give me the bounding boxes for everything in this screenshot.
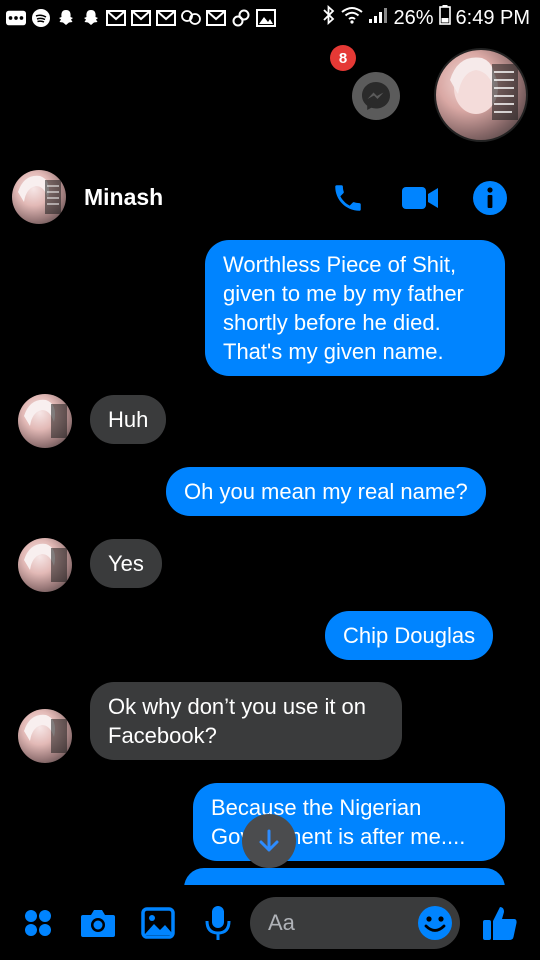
contact-name[interactable]: Minash: [84, 184, 163, 211]
camera-icon: [81, 910, 115, 937]
mail-icon-2: [156, 8, 176, 28]
contact-avatar[interactable]: [12, 170, 66, 224]
profile-photo: [450, 57, 518, 120]
voice-message-button[interactable]: [198, 903, 238, 943]
messenger-icon: [362, 82, 390, 110]
notification-icons: [6, 6, 276, 30]
unread-badge: 8: [330, 45, 356, 71]
message-received[interactable]: Yes: [90, 539, 162, 588]
wifi-icon: [341, 6, 364, 30]
message-input[interactable]: Aa: [250, 897, 460, 949]
status-bar: 26% 6:49 PM: [0, 0, 540, 36]
avatar-photo: [24, 543, 67, 582]
video-call-button[interactable]: [400, 178, 440, 218]
message-sent[interactable]: Because the Nigerian Government is after…: [193, 783, 505, 861]
sender-avatar: [18, 538, 72, 592]
message-sent[interactable]: Oh you mean my real name?: [166, 467, 486, 516]
microphone-icon: [205, 906, 231, 940]
mail-icon: [131, 8, 151, 28]
like-button[interactable]: [480, 903, 520, 943]
camera-button[interactable]: [78, 903, 118, 943]
message-received[interactable]: Ok why don’t you use it on Facebook?: [90, 682, 402, 760]
more-notifications-icon: [6, 8, 26, 28]
image-icon: [141, 907, 175, 939]
emoji-button[interactable]: [416, 904, 454, 942]
avatar-photo: [18, 175, 61, 214]
info-icon: [473, 181, 507, 215]
message-received[interactable]: Huh: [90, 395, 167, 444]
battery-percent: 26%: [393, 6, 434, 29]
thumbs-up-icon: [483, 907, 517, 940]
four-dots-icon: [25, 910, 51, 936]
phone-icon: [335, 185, 361, 211]
mail-icon-3: [206, 8, 226, 28]
voice-call-button[interactable]: [328, 178, 368, 218]
smiley-icon: [418, 906, 452, 940]
video-camera-icon: [402, 187, 438, 209]
spotify-icon: [31, 8, 51, 28]
scroll-to-bottom-button[interactable]: [242, 814, 296, 868]
message-composer: Aa: [0, 885, 540, 960]
messenger-chat-head[interactable]: [352, 72, 400, 120]
clock: 6:49 PM: [455, 6, 530, 29]
avatar-photo: [24, 714, 67, 753]
arrow-down-icon: [259, 829, 279, 852]
avatar-photo: [24, 399, 67, 438]
message-sent[interactable]: Chip Douglas: [325, 611, 494, 660]
system-status: 26% 6:49 PM: [322, 4, 530, 32]
link-icon: [231, 8, 251, 28]
battery-icon: [438, 5, 451, 31]
sender-avatar: [18, 394, 72, 448]
conversation-info-button[interactable]: [470, 178, 510, 218]
bluetooth-icon: [322, 4, 336, 31]
gmail-icon: [106, 8, 126, 28]
snapchat-icon-2: [81, 8, 101, 28]
gallery-icon: [256, 8, 276, 28]
signal-icon: [368, 6, 388, 30]
message-sent[interactable]: Worthless Piece of Shit, given to me by …: [205, 240, 505, 376]
profile-chat-head[interactable]: [434, 48, 528, 142]
sender-avatar: [18, 709, 72, 763]
gallery-button[interactable]: [138, 903, 178, 943]
chat-icon: [181, 8, 201, 28]
snapchat-icon: [56, 8, 76, 28]
message-input-placeholder: Aa: [268, 910, 295, 935]
more-actions-button[interactable]: [18, 903, 58, 943]
conversation-header: Minash: [0, 166, 540, 228]
